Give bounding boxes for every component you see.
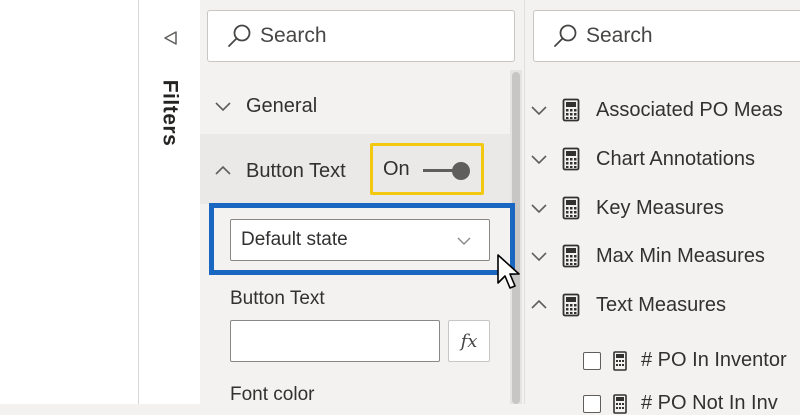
collapse-filters-icon[interactable] bbox=[161, 28, 181, 48]
report-canvas bbox=[0, 0, 139, 404]
highlight-frame bbox=[209, 203, 515, 275]
fields-search-box[interactable] bbox=[533, 10, 800, 62]
toggle-state-label: On bbox=[383, 157, 410, 180]
filters-pane-title[interactable]: Filters bbox=[149, 68, 189, 158]
measure-name: # PO In Inventor bbox=[641, 349, 787, 371]
button-text-field-label: Button Text bbox=[230, 288, 325, 309]
toggle-knob[interactable] bbox=[452, 162, 470, 180]
table-row[interactable]: Chart Annotations bbox=[530, 147, 755, 171]
chevron-down-icon bbox=[215, 102, 231, 112]
section-general-label: General bbox=[246, 94, 318, 117]
font-color-label: Font color bbox=[230, 384, 315, 405]
section-button-text-label: Button Text bbox=[246, 159, 346, 182]
chevron-down-icon[interactable] bbox=[530, 247, 548, 265]
table-row[interactable]: Associated PO Meas bbox=[530, 98, 783, 122]
measure-checkbox[interactable] bbox=[583, 351, 601, 370]
calculator-icon bbox=[562, 244, 580, 268]
table-name: Max Min Measures bbox=[596, 244, 765, 267]
mouse-cursor-icon bbox=[497, 254, 520, 289]
calculator-icon bbox=[562, 147, 580, 171]
search-icon bbox=[228, 24, 251, 47]
button-text-toggle[interactable]: On bbox=[370, 143, 484, 195]
section-button-text[interactable]: Button Text bbox=[214, 157, 346, 185]
table-name: Text Measures bbox=[596, 293, 727, 316]
search-icon bbox=[554, 24, 577, 47]
chevron-up-icon bbox=[215, 165, 231, 175]
format-search-box[interactable] bbox=[207, 10, 515, 62]
table-name: Key Measures bbox=[596, 196, 724, 219]
format-search-input[interactable] bbox=[260, 24, 514, 48]
table-row[interactable]: Text Measures bbox=[530, 293, 726, 317]
chevron-down-icon[interactable] bbox=[530, 150, 548, 168]
table-row[interactable]: Max Min Measures bbox=[530, 244, 765, 268]
section-general[interactable]: General bbox=[214, 92, 317, 120]
table-row[interactable]: Key Measures bbox=[530, 196, 724, 220]
calculator-icon bbox=[613, 350, 627, 371]
fx-button[interactable]: fx bbox=[448, 320, 490, 362]
calculator-icon bbox=[562, 196, 580, 220]
button-text-input[interactable] bbox=[230, 320, 440, 362]
chevron-down-icon[interactable] bbox=[530, 199, 548, 217]
measure-row[interactable]: # PO In Inventor bbox=[583, 349, 787, 372]
fields-search-input[interactable] bbox=[586, 24, 800, 48]
table-name: Chart Annotations bbox=[596, 147, 755, 170]
table-name: Associated PO Meas bbox=[596, 98, 783, 121]
chevron-up-icon[interactable] bbox=[530, 296, 548, 314]
chevron-down-icon[interactable] bbox=[530, 101, 548, 119]
calculator-icon bbox=[562, 98, 580, 122]
calculator-icon bbox=[562, 293, 580, 317]
filters-pane: Filters bbox=[139, 0, 201, 404]
